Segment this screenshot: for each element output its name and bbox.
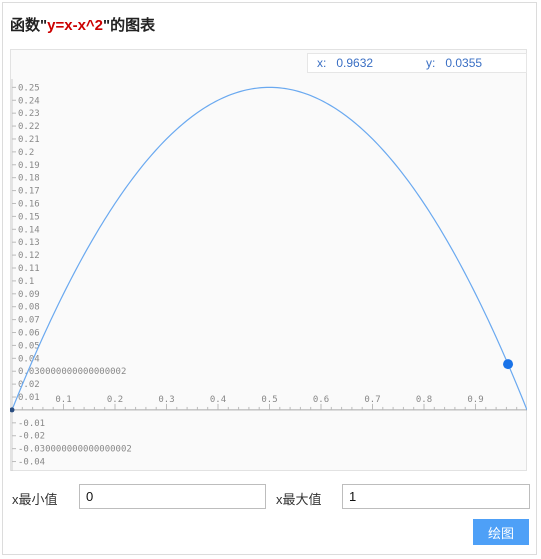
y-tick-label: 0.01 xyxy=(18,393,40,403)
y-tick-label: 0.04 xyxy=(18,354,40,364)
y-tick-label: 0.25 xyxy=(18,83,40,93)
readout-y-value: 0.0355 xyxy=(445,56,483,70)
draw-button[interactable]: 绘图 xyxy=(473,519,529,545)
y-tick-label: 0.13 xyxy=(18,238,40,248)
xmax-input[interactable] xyxy=(342,484,530,509)
y-tick-label: 0.2 xyxy=(18,148,34,158)
y-tick-label: -0.030000000000000002 xyxy=(18,445,132,455)
xmax-label: x最大值 xyxy=(276,492,322,507)
title-function-expression: y=x-x^2 xyxy=(47,17,104,34)
x-tick-label: 0.8 xyxy=(416,395,432,405)
y-tick-label: 0.19 xyxy=(18,161,40,171)
y-tick-label: 0.18 xyxy=(18,174,40,184)
y-tick-label: -0.02 xyxy=(18,432,45,442)
y-tick-label: 0.16 xyxy=(18,199,40,209)
y-tick-label: 0.21 xyxy=(18,135,40,145)
readout-y: y: 0.0355 xyxy=(426,54,482,72)
coordinate-readout: x: 0.9632 y: 0.0355 xyxy=(307,53,527,73)
x-tick-label: 0.9 xyxy=(467,395,483,405)
y-tick-label: 0.09 xyxy=(18,290,40,300)
y-tick-label: 0.17 xyxy=(18,187,40,197)
y-tick-label: 0.12 xyxy=(18,251,40,261)
y-tick-label: 0.24 xyxy=(18,96,40,106)
y-tick-label: -0.01 xyxy=(18,419,45,429)
y-tick-label: 0.23 xyxy=(18,109,40,119)
y-tick-label: 0.030000000000000002 xyxy=(18,367,126,377)
y-tick-label: -0.04 xyxy=(18,458,45,468)
title-prefix: 函数" xyxy=(10,17,48,34)
x-tick-label: 0.1 xyxy=(55,395,71,405)
page-title: 函数"y=x-x^2"的图表 xyxy=(10,14,155,35)
x-tick-label: 0.6 xyxy=(313,395,329,405)
hover-point-marker xyxy=(503,359,514,370)
readout-x-label: x: xyxy=(317,56,327,70)
x-tick-label: 0.5 xyxy=(261,395,277,405)
y-tick-label: 0.14 xyxy=(18,225,40,235)
axes-layer: 0.1 0.2 0.3 0.4 0.5 0.6 0.7 0.8 0.9 0.25 0.24 0.23 0… xyxy=(10,79,527,471)
y-tick-label: 0.1 xyxy=(18,277,34,287)
y-tick-label: 0.08 xyxy=(18,303,40,313)
curve-start-point xyxy=(10,407,15,413)
title-suffix: "的图表 xyxy=(103,17,156,34)
y-tick-label: 0.11 xyxy=(18,264,40,274)
y-tick-label: 0.07 xyxy=(18,316,40,326)
x-tick-label: 0.4 xyxy=(210,395,226,405)
y-tick-label: 0.22 xyxy=(18,122,40,132)
x-tick-label: 0.2 xyxy=(107,395,123,405)
y-tick-label: 0.05 xyxy=(18,341,40,351)
readout-x-value: 0.9632 xyxy=(336,56,374,70)
function-curve xyxy=(11,86,527,411)
x-tick-label: 0.7 xyxy=(364,395,380,405)
x-tick-label: 0.3 xyxy=(158,395,174,405)
y-tick-label: 0.15 xyxy=(18,212,40,222)
xmin-label: x最小值 xyxy=(12,492,58,507)
function-chart[interactable]: 0.1 0.2 0.3 0.4 0.5 0.6 0.7 0.8 0.9 0.25 0.24 0.23 0… xyxy=(10,49,527,471)
y-tick-label: 0.06 xyxy=(18,329,40,339)
xmin-input[interactable] xyxy=(79,484,266,509)
readout-x: x: 0.9632 xyxy=(317,54,373,72)
readout-y-label: y: xyxy=(426,56,436,70)
